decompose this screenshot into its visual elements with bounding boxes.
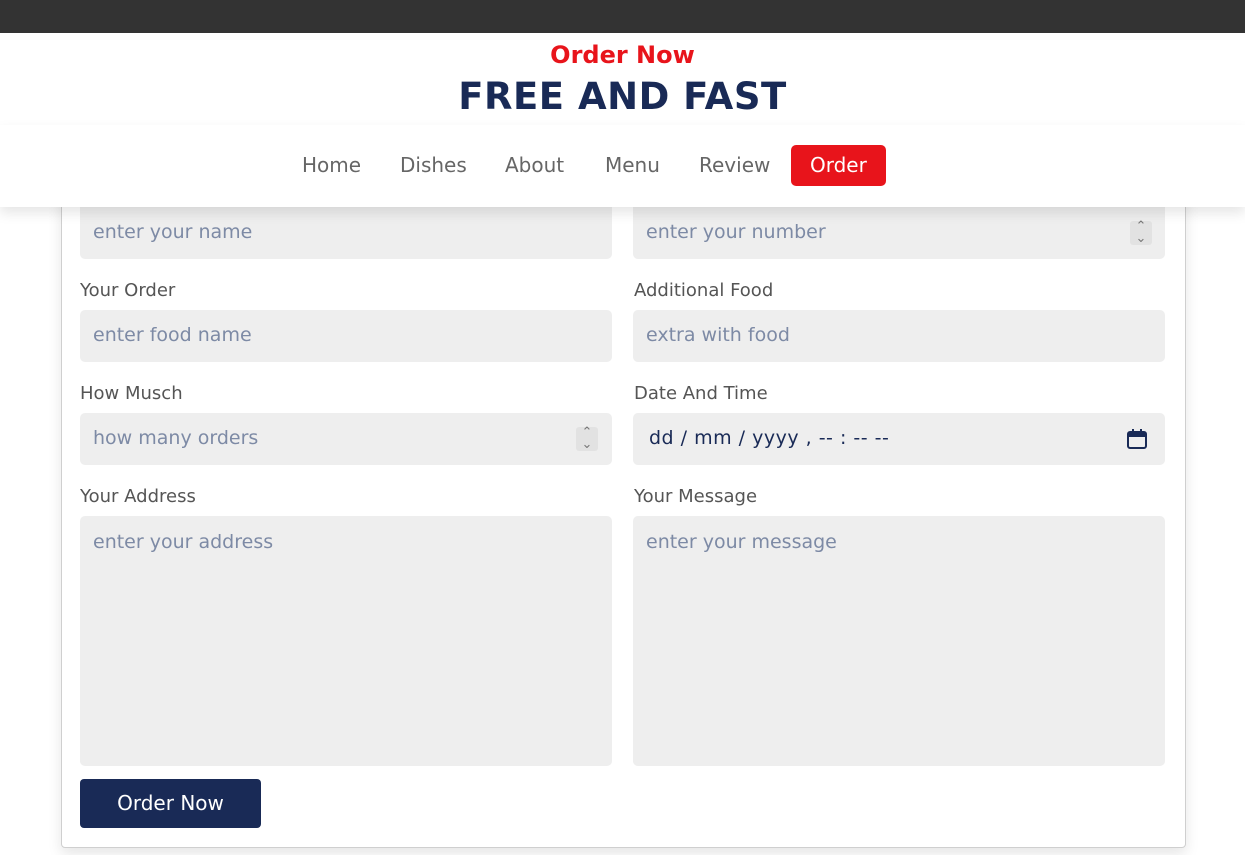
nav-link-menu[interactable]: Menu (605, 145, 660, 186)
name-input[interactable]: enter your name (80, 200, 612, 259)
heading-area: Order Now FREE AND FAST (0, 33, 1245, 125)
nav-link-order[interactable]: Order (791, 145, 886, 186)
nav-link-dishes[interactable]: Dishes (400, 145, 467, 186)
nav-link-about[interactable]: About (505, 145, 564, 186)
navbar: Home Dishes About Menu Review Order (0, 125, 1245, 207)
message-textarea[interactable]: enter your message (633, 516, 1165, 766)
order-now-button[interactable]: Order Now (80, 779, 261, 828)
name-placeholder: enter your name (93, 221, 253, 243)
date-time-label: Date And Time (634, 383, 768, 404)
additional-food-placeholder: extra with food (646, 324, 790, 346)
quantity-input[interactable]: how many orders ⌃ ⌄ (80, 413, 612, 465)
number-placeholder: enter your number (646, 221, 826, 243)
address-label: Your Address (80, 486, 196, 507)
food-name-input[interactable]: enter food name (80, 310, 612, 362)
spinner-arrows-icon[interactable]: ⌃ ⌄ (1130, 220, 1152, 245)
how-much-label: How Musch (80, 383, 183, 404)
section-subtitle: Order Now (550, 41, 695, 69)
food-name-placeholder: enter food name (93, 324, 252, 346)
nav-link-home[interactable]: Home (302, 145, 361, 186)
nav-link-review[interactable]: Review (699, 145, 770, 186)
additional-food-input[interactable]: extra with food (633, 310, 1165, 362)
number-input[interactable]: enter your number ⌃ ⌄ (633, 200, 1165, 259)
order-label: Your Order (80, 280, 176, 301)
date-time-value: dd / mm / yyyy , -- : -- -- (649, 427, 890, 449)
section-title: FREE AND FAST (458, 75, 787, 118)
date-time-input[interactable]: dd / mm / yyyy , -- : -- -- (633, 413, 1165, 465)
spinner-arrows-icon[interactable]: ⌃ ⌄ (576, 426, 598, 451)
additional-food-label: Additional Food (634, 280, 774, 301)
message-label: Your Message (634, 486, 758, 507)
calendar-icon[interactable] (1126, 428, 1148, 450)
address-placeholder: enter your address (93, 531, 274, 553)
quantity-placeholder: how many orders (93, 427, 259, 449)
address-textarea[interactable]: enter your address (80, 516, 612, 766)
top-bar (0, 0, 1245, 33)
message-placeholder: enter your message (646, 531, 837, 553)
